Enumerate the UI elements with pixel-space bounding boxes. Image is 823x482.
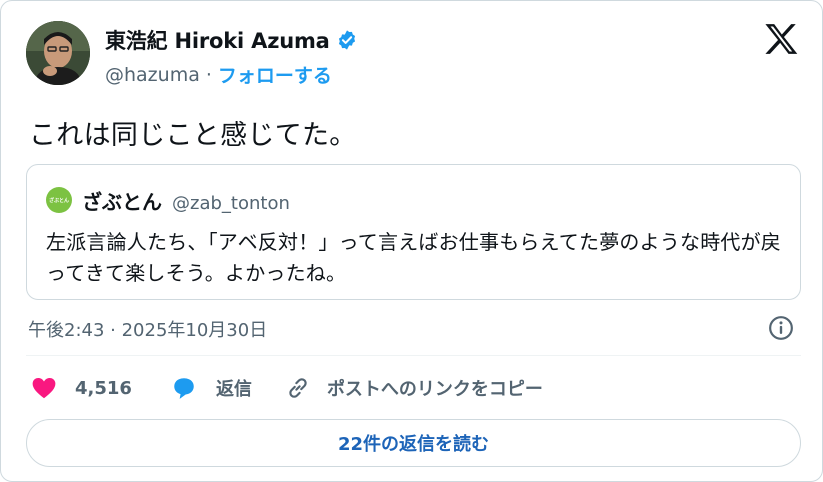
copy-link-button[interactable]: ポストへのリンクをコピー: [285, 375, 543, 401]
follow-button[interactable]: フォローする: [218, 61, 332, 88]
quoted-tweet-text: 左派言論人たち、「アベ反対！」って言えばお仕事もらえてた夢のような時代が戻ってき…: [46, 230, 781, 285]
like-count: 4,516: [75, 377, 132, 399]
tweet-timestamp[interactable]: 午後2:43 · 2025年10月30日: [28, 316, 267, 342]
quoted-author-handle[interactable]: @zab_tonton: [172, 193, 290, 214]
quoted-avatar-text: ざぶとん: [48, 197, 69, 204]
heart-icon: [32, 378, 56, 399]
reply-label: 返信: [215, 379, 252, 400]
read-replies-button[interactable]: 22件の返信を読む: [26, 419, 801, 467]
tweet-text: これは同じこと感じてた。: [29, 120, 357, 151]
copy-link-label: ポストへのリンクをコピー: [326, 379, 543, 400]
author-handle-row: @hazuma · フォローする: [105, 61, 332, 88]
link-icon: [289, 378, 307, 398]
author-handle[interactable]: @hazuma: [105, 64, 200, 86]
x-logo-icon[interactable]: [764, 23, 798, 55]
info-icon[interactable]: [768, 315, 794, 341]
separator-dot: ·: [205, 63, 212, 86]
action-bar: 4,516 返信 ポストへのリンクをコピー: [31, 375, 543, 401]
tweet-card: 東浩紀 Hiroki Azuma @hazuma · フォローする これは同じこ…: [0, 0, 823, 482]
quoted-name-row: ざぶとん @zab_tonton: [82, 186, 290, 215]
quoted-author-avatar[interactable]: ざぶとん: [46, 187, 72, 213]
speech-bubble-icon: [174, 378, 194, 399]
verified-badge-icon: [336, 29, 358, 51]
reply-button[interactable]: 返信: [170, 375, 252, 401]
divider: [26, 355, 801, 356]
quoted-author-name[interactable]: ざぶとん: [82, 186, 162, 215]
quoted-tweet[interactable]: ざぶとん ざぶとん @zab_tonton 左派言論人たち、「アベ反対！」って言…: [26, 164, 801, 300]
author-name-row: 東浩紀 Hiroki Azuma: [105, 25, 358, 55]
like-button[interactable]: 4,516: [31, 375, 132, 401]
author-display-name[interactable]: 東浩紀 Hiroki Azuma: [105, 25, 330, 55]
author-avatar[interactable]: [26, 21, 90, 85]
